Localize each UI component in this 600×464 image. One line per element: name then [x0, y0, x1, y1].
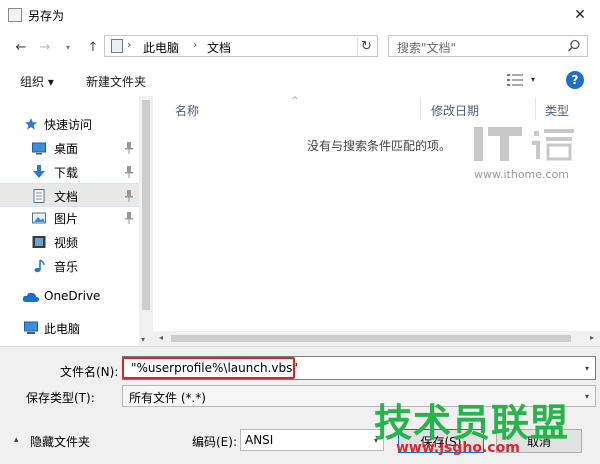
sidebar-item-this-pc[interactable]: 此电脑 — [0, 316, 139, 340]
hide-folders-button[interactable]: 隐藏文件夹 — [30, 433, 90, 450]
close-icon: ✕ — [574, 7, 586, 23]
encoding-label: 编码(E): — [192, 435, 237, 449]
ithome-logo-watermark — [474, 127, 574, 161]
chevron-up-icon[interactable]: ▴ — [14, 435, 19, 445]
document-icon — [33, 189, 45, 203]
address-bar[interactable]: › 此电脑 › 文档 ▾ ↻ — [104, 35, 445, 57]
title-bar: 另存为 ✕ — [0, 0, 600, 30]
sidebar-item-downloads[interactable]: 下载 — [0, 160, 139, 184]
view-options-icon[interactable] — [507, 74, 523, 86]
new-folder-button[interactable]: 新建文件夹 — [86, 73, 146, 90]
scrollbar-thumb[interactable] — [171, 335, 571, 342]
sidebar-item-pictures[interactable]: 图片 — [0, 206, 139, 230]
scroll-down-icon[interactable]: ▾ — [141, 335, 145, 344]
filetype-value: 所有文件 (*.*) — [129, 391, 206, 405]
pin-icon[interactable] — [124, 166, 134, 178]
window-title: 另存为 — [28, 9, 65, 23]
star-icon — [25, 118, 37, 130]
forward-button[interactable]: → — [36, 38, 54, 56]
video-icon — [32, 236, 46, 248]
pin-icon[interactable] — [124, 190, 134, 202]
breadcrumb-separator[interactable]: › — [193, 38, 197, 51]
navigation-pane: 快速访问 桌面 下载 文档 图片 视频 音乐 OneDrive 此电脑 — [0, 96, 153, 346]
column-divider[interactable] — [420, 98, 421, 120]
sidebar-item-label: 下载 — [54, 166, 79, 180]
jsgho-url-watermark: www.jsgho.com — [396, 440, 520, 456]
sidebar-item-onedrive[interactable]: OneDrive — [0, 285, 139, 309]
sidebar-item-label: OneDrive — [44, 289, 101, 303]
sidebar-item-label: 音乐 — [54, 260, 79, 274]
refresh-button[interactable]: ↻ — [357, 37, 375, 55]
close-button[interactable]: ✕ — [560, 0, 600, 30]
scroll-left-icon[interactable]: ◂ — [159, 333, 163, 342]
sidebar-item-label: 视频 — [54, 236, 79, 250]
recent-locations-button[interactable]: ▾ — [62, 38, 74, 56]
sidebar-item-quick-access[interactable]: 快速访问 — [0, 112, 139, 136]
document-icon — [111, 39, 123, 53]
view-dropdown-icon[interactable]: ▾ — [531, 75, 535, 84]
arrow-right-icon: → — [39, 39, 51, 55]
scrollbar-thumb[interactable] — [142, 100, 150, 310]
help-icon[interactable]: ? — [566, 71, 584, 89]
up-button[interactable]: ↑ — [84, 38, 102, 56]
chevron-down-icon: ▾ — [65, 42, 70, 52]
arrow-left-icon: ← — [15, 39, 27, 55]
sidebar-item-label: 桌面 — [54, 142, 79, 156]
music-icon — [34, 259, 45, 273]
download-icon — [33, 165, 45, 178]
desktop-icon — [32, 142, 46, 155]
search-placeholder: 搜索"文档" — [397, 41, 457, 55]
empty-results-message: 没有与搜索条件匹配的项。 — [307, 139, 452, 153]
navigation-bar: ← → ▾ ↑ › 此电脑 › 文档 ▾ ↻ 搜索"文档" — [0, 30, 600, 64]
search-icon[interactable] — [567, 39, 581, 53]
ithome-url-watermark: www.ithome.com — [474, 168, 570, 181]
sidebar-scrollbar[interactable]: ▾ — [139, 96, 153, 346]
sort-ascending-icon: ^ — [291, 96, 299, 106]
horizontal-scrollbar[interactable]: ◂ ▸ — [153, 331, 600, 346]
sidebar-item-label: 快速访问 — [44, 118, 93, 132]
encoding-value: ANSI — [245, 433, 274, 447]
filename-label: 文件名(N): — [60, 365, 119, 379]
command-bar: 组织 ▾ 新建文件夹 ▾ ? — [0, 64, 600, 96]
refresh-icon: ↻ — [361, 38, 372, 54]
cloud-icon — [22, 292, 40, 302]
column-header-date-modified[interactable]: 修改日期 — [431, 102, 479, 128]
chevron-down-icon: ▾ — [584, 392, 589, 401]
annotation-highlight-box — [122, 357, 295, 379]
sidebar-item-documents[interactable]: 文档 — [0, 183, 139, 207]
search-input[interactable]: 搜索"文档" — [388, 35, 588, 57]
sidebar-item-label: 文档 — [54, 190, 79, 204]
column-divider[interactable] — [535, 98, 536, 120]
picture-icon — [32, 212, 46, 224]
scroll-right-icon[interactable]: ▸ — [590, 333, 594, 342]
breadcrumb-documents[interactable]: 文档 — [207, 39, 231, 56]
breadcrumb-this-pc[interactable]: 此电脑 — [143, 39, 179, 56]
chevron-down-icon[interactable]: ▾ — [585, 364, 589, 373]
breadcrumb-separator[interactable]: › — [127, 38, 131, 51]
arrow-up-icon: ↑ — [87, 39, 99, 55]
column-header-name[interactable]: 名称 — [175, 102, 199, 128]
notepad-icon — [8, 8, 22, 22]
encoding-select[interactable]: ANSI ▾ — [240, 429, 384, 451]
organize-button[interactable]: 组织 ▾ — [20, 73, 54, 90]
sidebar-item-videos[interactable]: 视频 — [0, 230, 139, 254]
jsgho-title-watermark: 技术员联盟 — [374, 401, 570, 445]
pin-icon[interactable] — [124, 212, 134, 224]
sidebar-item-label: 图片 — [54, 212, 79, 226]
computer-icon — [24, 321, 38, 334]
filetype-label: 保存类型(T): — [26, 391, 95, 405]
sidebar-item-desktop[interactable]: 桌面 — [0, 136, 139, 160]
pin-icon[interactable] — [124, 142, 134, 154]
sidebar-item-label: 此电脑 — [44, 322, 81, 336]
sidebar-item-music[interactable]: 音乐 — [0, 254, 139, 278]
back-button[interactable]: ← — [12, 38, 30, 56]
